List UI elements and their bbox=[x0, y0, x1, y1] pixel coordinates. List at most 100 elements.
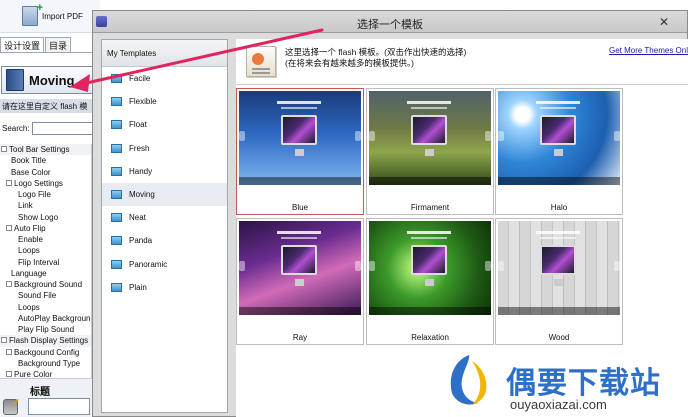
tree-item[interactable]: Flash Display Settings bbox=[0, 335, 91, 347]
template-item-label: Plain bbox=[129, 282, 147, 292]
tree-item[interactable]: Tool Bar Settings bbox=[0, 144, 91, 156]
side-tabs: 设计设置 目录 bbox=[0, 37, 100, 53]
tree-item[interactable]: Enable bbox=[0, 234, 91, 245]
theme-card[interactable]: Blue bbox=[236, 88, 364, 215]
theme-card[interactable]: Ray bbox=[236, 218, 364, 345]
tab-contents[interactable]: 目录 bbox=[45, 37, 72, 52]
templates-header: My Templates bbox=[102, 40, 227, 67]
tree-item-label: Base Color bbox=[11, 167, 51, 177]
settings-tree: Tool Bar Settings Book Title Base Color Log… bbox=[0, 144, 92, 380]
book-icon bbox=[6, 69, 24, 91]
template-icon bbox=[111, 143, 122, 153]
theme-preview-image bbox=[239, 91, 361, 185]
tree-item[interactable]: Logo Settings bbox=[0, 178, 91, 189]
theme-card[interactable]: Halo bbox=[495, 88, 623, 215]
collapse-box-icon[interactable] bbox=[6, 371, 12, 377]
template-icon bbox=[111, 97, 122, 107]
template-icon bbox=[111, 190, 122, 200]
theme-card-label: Wood bbox=[548, 333, 570, 342]
tree-item[interactable]: Sound File bbox=[0, 290, 91, 301]
tree-item[interactable]: Show Logo bbox=[0, 212, 91, 223]
current-template-button[interactable]: Moving bbox=[1, 66, 100, 94]
template-item-label: Moving bbox=[129, 190, 155, 200]
template-icon bbox=[111, 166, 122, 176]
search-input[interactable] bbox=[31, 121, 94, 135]
templates-panel: My Templates Facile Flexible Float Fresh Han… bbox=[101, 39, 228, 413]
collapse-box-icon[interactable] bbox=[6, 179, 12, 186]
more-themes-link[interactable]: Get More Themes Online bbox=[609, 46, 688, 55]
tree-item-label: Loops bbox=[18, 246, 40, 256]
template-item-label: Panda bbox=[129, 236, 153, 246]
tree-item-label: Enable bbox=[18, 235, 43, 244]
template-item[interactable]: Panoramic bbox=[102, 253, 227, 276]
tab-design-settings[interactable]: 设计设置 bbox=[0, 37, 45, 52]
property-field[interactable] bbox=[28, 398, 90, 415]
collapse-box-icon[interactable] bbox=[1, 146, 7, 152]
tree-item-label: Flash Display Settings bbox=[9, 336, 89, 346]
template-icon bbox=[111, 236, 122, 246]
tree-item[interactable]: Loops bbox=[0, 302, 91, 313]
import-pdf-button[interactable]: Import PDF bbox=[22, 2, 83, 26]
template-item-label: Facile bbox=[129, 74, 151, 84]
tree-item-label: Link bbox=[18, 201, 33, 211]
tree-item[interactable]: Logo File bbox=[0, 189, 91, 200]
tree-item-label: Backgound Config bbox=[14, 347, 80, 357]
database-check-icon bbox=[3, 397, 20, 415]
tree-item[interactable]: Auto Flip bbox=[0, 223, 91, 234]
template-item[interactable]: Moving bbox=[102, 182, 227, 207]
property-panel: 标题 bbox=[0, 378, 92, 417]
screen-root: Import PDF 设计设置 目录 Moving 请在这里自定义 flash … bbox=[0, 0, 688, 417]
tree-item-label: Logo File bbox=[18, 190, 51, 199]
template-item-label: Float bbox=[129, 120, 147, 130]
tree-item[interactable]: Loops bbox=[0, 245, 91, 256]
template-item-label: Handy bbox=[129, 166, 153, 176]
tree-item[interactable]: Background Type bbox=[0, 358, 91, 369]
tree-item-label: Flip Interval bbox=[18, 257, 60, 267]
tree-item[interactable]: AutoPlay Backgroun... bbox=[0, 313, 91, 324]
app-toolbar: Import PDF bbox=[0, 0, 100, 33]
dialog-titlebar[interactable]: 选择一个模板 ✕ bbox=[93, 11, 687, 33]
template-item[interactable]: Flexible bbox=[102, 90, 227, 113]
tree-item[interactable]: Flip Interval bbox=[0, 257, 91, 268]
info-bar: 这里选择一个 flash 模板。(双击作出快速的选择) (在将来会有越来越多的模… bbox=[236, 39, 688, 85]
theme-card[interactable]: Firmament bbox=[366, 88, 494, 215]
collapse-box-icon[interactable] bbox=[6, 281, 12, 287]
theme-card[interactable]: Wood bbox=[495, 218, 623, 345]
theme-card-label: Relaxation bbox=[411, 333, 449, 342]
template-item-label: Neat bbox=[129, 213, 146, 223]
template-item[interactable]: Facile bbox=[102, 67, 227, 90]
tree-item-label: Logo Settings bbox=[14, 178, 63, 188]
tree-item[interactable]: Language bbox=[0, 268, 91, 279]
theme-card[interactable]: Relaxation bbox=[366, 218, 494, 345]
template-item[interactable]: Fresh bbox=[102, 137, 227, 160]
tree-item-label: Show Logo bbox=[18, 212, 59, 222]
template-item[interactable]: Handy bbox=[102, 160, 227, 183]
theme-card-label: Firmament bbox=[410, 203, 450, 212]
import-pdf-icon bbox=[22, 2, 43, 26]
tree-item[interactable]: Background Sound bbox=[0, 279, 91, 290]
template-item[interactable]: Float bbox=[102, 113, 227, 136]
collapse-box-icon[interactable] bbox=[6, 224, 12, 231]
tree-item[interactable]: Link bbox=[0, 200, 91, 211]
tree-item-label: Auto Flip bbox=[14, 223, 46, 233]
watermark-name: 偶要下载站 bbox=[506, 366, 661, 401]
tree-item[interactable]: Book Title bbox=[0, 155, 91, 166]
info-line-2: (在将来会有越来越多的模板提供。) bbox=[285, 58, 414, 68]
search-label: Search: bbox=[2, 123, 30, 133]
template-item[interactable]: Panda bbox=[102, 229, 227, 252]
tree-item-label: AutoPlay Backgroun... bbox=[18, 313, 91, 323]
template-item[interactable]: Neat bbox=[102, 206, 227, 229]
template-icon bbox=[111, 282, 122, 292]
tree-item-label: Background Type bbox=[18, 358, 81, 368]
theme-preview-image bbox=[369, 221, 491, 315]
import-pdf-label: Import PDF bbox=[42, 11, 83, 21]
tree-item[interactable]: Play Flip Sound bbox=[0, 324, 91, 335]
collapse-box-icon[interactable] bbox=[1, 337, 7, 344]
theme-preview-image bbox=[498, 91, 620, 185]
templates-list: Facile Flexible Float Fresh Handy Moving Neat P… bbox=[102, 67, 227, 299]
close-icon[interactable]: ✕ bbox=[659, 15, 669, 29]
template-item[interactable]: Plain bbox=[102, 276, 227, 299]
collapse-box-icon[interactable] bbox=[6, 348, 12, 355]
tree-item[interactable]: Base Color bbox=[0, 167, 91, 178]
tree-item[interactable]: Backgound Config bbox=[0, 347, 91, 358]
